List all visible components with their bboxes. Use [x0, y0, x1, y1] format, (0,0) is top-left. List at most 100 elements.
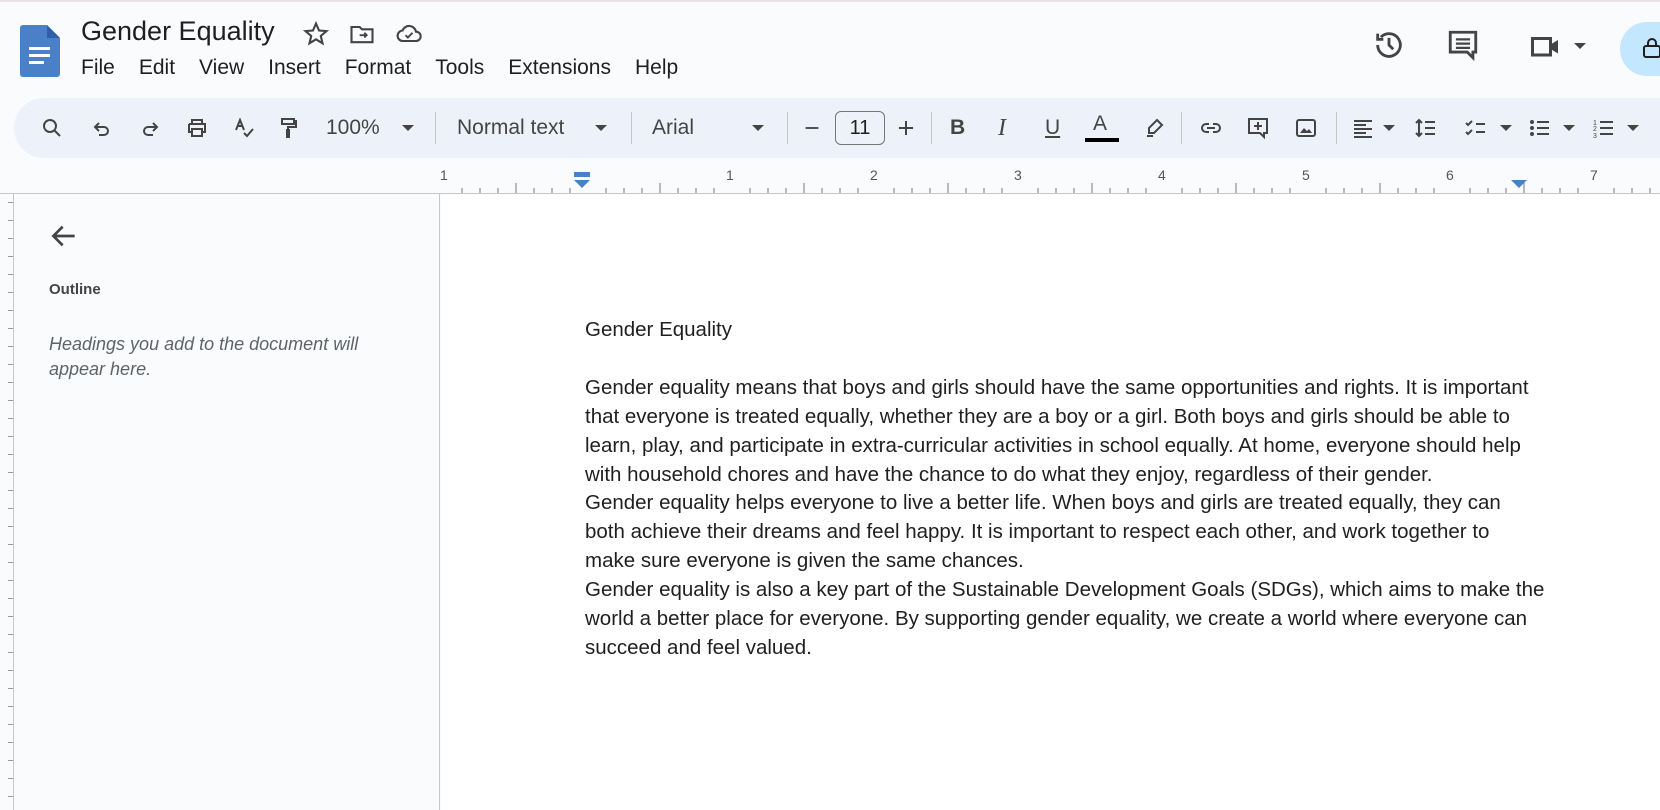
checklist-dropdown-icon[interactable]: [1500, 125, 1512, 131]
ruler-tick: [8, 436, 13, 437]
menu-bar: File Edit View Insert Format Tools Exten…: [81, 56, 702, 80]
svg-text:3: 3: [1593, 133, 1597, 140]
align-left-icon: [1354, 120, 1372, 138]
lock-icon: [1643, 38, 1660, 58]
ruler-tick: [8, 220, 13, 221]
divider: [1181, 112, 1182, 144]
checklist-button[interactable]: [1464, 114, 1488, 142]
increase-font-size-button[interactable]: [894, 114, 918, 142]
ruler-tick: [8, 670, 13, 671]
ruler-tick: [8, 382, 13, 383]
ruler-tick: [8, 364, 13, 365]
print-button[interactable]: [185, 114, 209, 142]
numbered-list-button[interactable]: 123: [1592, 114, 1616, 142]
paint-format-icon: [281, 118, 297, 138]
ruler-tick: [8, 616, 13, 617]
star-icon[interactable]: [302, 20, 330, 48]
ruler-tick: [8, 292, 13, 293]
paint-format-button[interactable]: [277, 114, 301, 142]
menu-format[interactable]: Format: [345, 56, 412, 80]
ruler-tick: [8, 202, 13, 203]
font-dropdown-icon[interactable]: [752, 125, 764, 131]
ruler-tick: [8, 256, 13, 257]
redo-icon: [143, 122, 159, 136]
menu-edit[interactable]: Edit: [139, 56, 175, 80]
move-folder-icon[interactable]: [348, 20, 376, 48]
menu-help[interactable]: Help: [635, 56, 678, 80]
ruler-label: 3: [1014, 167, 1022, 183]
menu-tools[interactable]: Tools: [435, 56, 484, 80]
menu-extensions[interactable]: Extensions: [508, 56, 611, 80]
font-size-input[interactable]: 11: [835, 111, 885, 145]
checklist-icon: [1465, 120, 1485, 136]
menu-file[interactable]: File: [81, 56, 115, 80]
font-select[interactable]: Arial: [652, 114, 694, 142]
decrease-font-size-button[interactable]: [801, 114, 823, 142]
style-select[interactable]: Normal text: [457, 114, 564, 142]
ruler-tick: [8, 274, 13, 275]
zoom-dropdown-icon[interactable]: [402, 125, 414, 131]
spellcheck-icon: [235, 117, 254, 138]
divider: [931, 112, 932, 144]
link-icon: [1201, 123, 1221, 133]
bulleted-list-dropdown-icon[interactable]: [1563, 125, 1575, 131]
back-arrow-icon[interactable]: [48, 220, 80, 252]
line-spacing-button[interactable]: [1414, 114, 1438, 142]
ruler-tick: [8, 724, 13, 725]
ruler-tick: [8, 652, 13, 653]
ruler-tick: [8, 634, 13, 635]
add-comment-icon: [1248, 118, 1268, 140]
version-history-icon[interactable]: [1372, 28, 1406, 62]
ruler-tick: [8, 418, 13, 419]
undo-button[interactable]: [90, 114, 114, 142]
ruler-label: 2: [870, 167, 878, 183]
vertical-ruler[interactable]: [0, 194, 14, 810]
ruler-tick: [8, 400, 13, 401]
text-color-button[interactable]: A: [1093, 110, 1107, 138]
insert-image-button[interactable]: [1294, 114, 1318, 142]
meet-dropdown-icon[interactable]: [1574, 43, 1586, 49]
document-title-text: Gender Equality: [585, 318, 733, 341]
zoom-select[interactable]: 100%: [326, 114, 380, 142]
docs-logo-icon[interactable]: [20, 25, 60, 77]
add-comment-button[interactable]: [1246, 114, 1270, 142]
underline-button[interactable]: U: [1045, 114, 1060, 142]
menu-insert[interactable]: Insert: [268, 56, 321, 80]
ruler-label: 4: [1158, 167, 1166, 183]
share-button[interactable]: [1620, 22, 1660, 76]
divider: [435, 112, 436, 144]
paragraph: Gender equality is also a key part of th…: [585, 578, 1545, 659]
insert-link-button[interactable]: [1199, 114, 1223, 142]
text-color-swatch: [1085, 138, 1119, 142]
divider: [787, 112, 788, 144]
comments-icon[interactable]: [1446, 28, 1480, 62]
horizontal-ruler[interactable]: 1 1 2 3 4 5 6 7: [440, 164, 1660, 194]
bold-button[interactable]: B: [950, 114, 965, 142]
search-menus-button[interactable]: [40, 114, 64, 142]
ruler-tick: [8, 544, 13, 545]
menu-view[interactable]: View: [199, 56, 244, 80]
numbered-list-dropdown-icon[interactable]: [1627, 125, 1639, 131]
right-indent-handle[interactable]: [1511, 180, 1527, 188]
first-line-indent-handle[interactable]: [574, 172, 590, 177]
ruler-tick: [8, 706, 13, 707]
ruler-tick: [8, 796, 13, 797]
redo-button[interactable]: [138, 114, 162, 142]
cloud-saved-icon[interactable]: [395, 20, 423, 48]
print-icon: [188, 119, 206, 137]
highlight-button[interactable]: [1142, 114, 1166, 142]
top-border: [0, 0, 1660, 2]
align-button[interactable]: [1351, 114, 1375, 142]
align-dropdown-icon[interactable]: [1383, 125, 1395, 131]
ruler-tick: [8, 526, 13, 527]
bulleted-list-button[interactable]: [1528, 114, 1552, 142]
meet-video-icon[interactable]: [1528, 28, 1564, 64]
ruler-tick: [8, 598, 13, 599]
divider: [1336, 112, 1337, 144]
left-indent-handle[interactable]: [574, 180, 590, 188]
style-dropdown-icon[interactable]: [595, 125, 607, 131]
document-body[interactable]: Gender Equality Gender equality means th…: [585, 316, 1545, 663]
italic-button[interactable]: I: [998, 114, 1006, 142]
spellcheck-button[interactable]: [232, 114, 256, 142]
document-title[interactable]: Gender Equality: [81, 16, 275, 47]
